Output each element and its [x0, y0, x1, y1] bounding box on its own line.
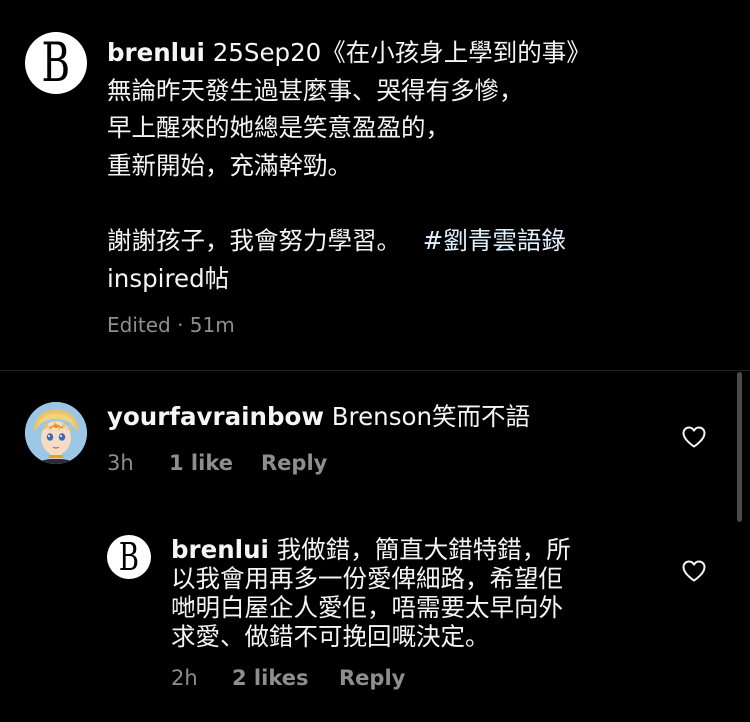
heart-icon — [682, 426, 706, 448]
reply-text: brenlui 我做錯，簡直大錯特錯，所 以我會用再多一份愛俾細路，希望佢 哋明… — [171, 535, 661, 651]
cartoon-avatar-icon — [25, 402, 87, 464]
like-button[interactable] — [681, 425, 707, 449]
caption-line: 早上醒來的她總是笑意盈盈的， — [107, 113, 450, 143]
reply-line: 我做錯，簡直大錯特錯，所 — [276, 535, 571, 564]
like-button[interactable] — [681, 559, 707, 583]
comment-body: Brenson笑而不語 — [331, 402, 530, 431]
reply-line: 以我會用再多一份愛俾細路，希望佢 — [171, 564, 563, 593]
caption-line: inspired帖 — [107, 263, 230, 293]
brenlui-avatar[interactable]: B — [25, 32, 87, 94]
caption-username[interactable]: brenlui — [107, 38, 205, 67]
post-caption: B brenlui 25Sep20《在小孩身上學到的事》 無論昨天發生過甚麼事、… — [0, 0, 750, 370]
yourfavrainbow-avatar[interactable] — [25, 402, 87, 464]
reply-likes[interactable]: 2 likes — [232, 666, 339, 690]
caption-meta: Edited · 51m — [107, 313, 235, 337]
reply-line: 求愛、做錯不可挽回嘅決定。 — [171, 622, 490, 651]
comment-username[interactable]: yourfavrainbow — [107, 402, 324, 431]
scrollbar[interactable] — [737, 372, 742, 522]
divider — [0, 370, 750, 371]
comment-time: 3h — [107, 451, 134, 475]
reply-line: 哋明白屋企人愛佢，唔需要太早向外 — [171, 593, 563, 622]
hashtag-link[interactable]: #劉青雲語錄 — [423, 226, 566, 255]
caption-line: 無論昨天發生過甚麼事、哭得有多慘， — [107, 75, 524, 105]
caption-text: brenlui 25Sep20《在小孩身上學到的事》 無論昨天發生過甚麼事、哭得… — [107, 34, 732, 297]
comment-likes[interactable]: 1 like — [169, 451, 261, 475]
caption-line: 謝謝孩子，我會努力學習。 — [107, 225, 401, 255]
brand-logo-icon: B — [41, 32, 71, 94]
heart-icon — [682, 560, 706, 582]
reply-username[interactable]: brenlui — [171, 535, 269, 564]
reply-button[interactable]: Reply — [339, 666, 405, 690]
brenlui-reply-avatar[interactable]: B — [107, 535, 151, 579]
comment-meta: 3h 1 like Reply — [107, 451, 327, 475]
comment-text: yourfavrainbow Brenson笑而不語 — [107, 402, 687, 431]
reply-time: 2h — [171, 666, 198, 690]
reply-button[interactable]: Reply — [261, 451, 327, 475]
reply-meta: 2h 2 likes Reply — [171, 666, 405, 690]
brand-logo-icon: B — [118, 535, 140, 579]
caption-line: 重新開始，充滿幹勁。 — [107, 150, 352, 180]
caption-line: 25Sep20《在小孩身上學到的事》 — [212, 38, 591, 67]
